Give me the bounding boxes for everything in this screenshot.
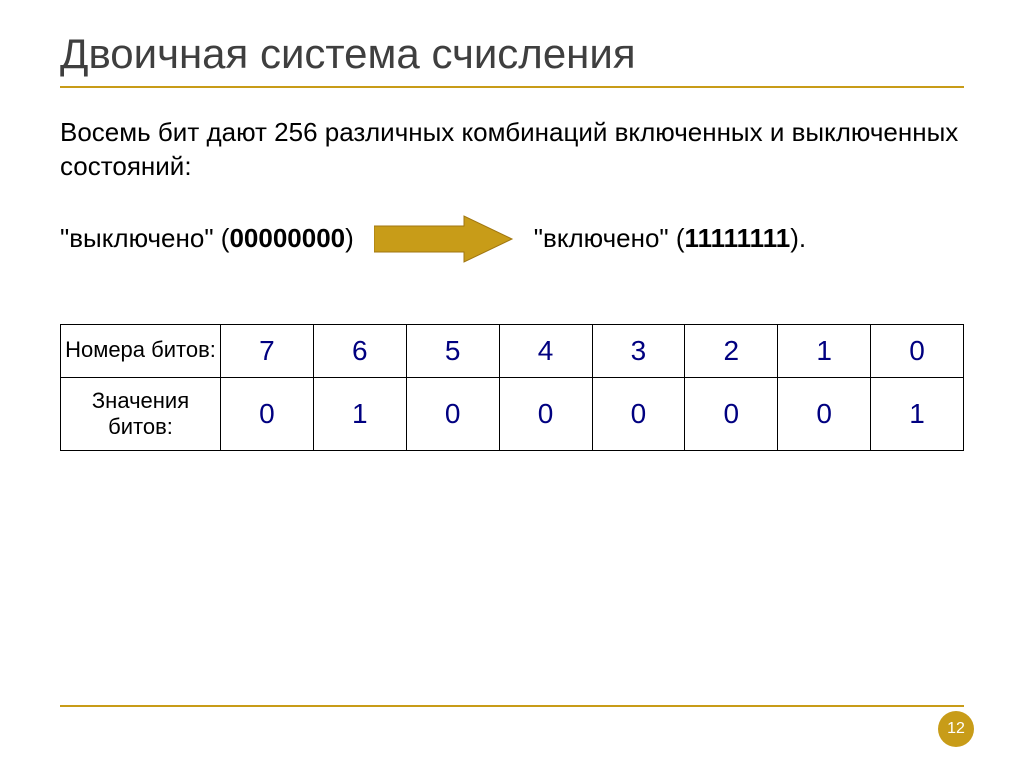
state-on-text: "включено" (11111111). [534,223,806,254]
bit-value-cell: 0 [221,377,314,451]
row1-header: Номера битов: [61,324,221,377]
bit-value-cell: 1 [313,377,406,451]
state-off-text: "выключено" (00000000) [60,223,354,254]
page-number-badge: 12 [938,711,974,747]
state-off-suffix: ) [345,223,354,253]
table-row: Номера битов: 7 6 5 4 3 2 1 0 [61,324,964,377]
bit-number-cell: 3 [592,324,685,377]
bit-number-cell: 4 [499,324,592,377]
footer-divider [60,705,964,707]
bit-number-cell: 1 [778,324,871,377]
bit-value-cell: 0 [592,377,685,451]
state-on-prefix: "включено" ( [534,223,685,253]
bit-number-cell: 6 [313,324,406,377]
bit-number-cell: 0 [871,324,964,377]
bit-value-cell: 0 [406,377,499,451]
states-row: "выключено" (00000000) "включено" (11111… [60,214,964,264]
bit-table: Номера битов: 7 6 5 4 3 2 1 0 Значения б… [60,324,964,452]
title-divider [60,86,964,88]
bit-number-cell: 5 [406,324,499,377]
bit-number-cell: 7 [221,324,314,377]
bit-value-cell: 0 [685,377,778,451]
bit-number-cell: 2 [685,324,778,377]
page-title: Двоичная система счисления [60,30,964,78]
intro-paragraph: Восемь бит дают 256 различных комбинаций… [60,116,964,184]
state-on-bits: 11111111 [685,223,791,253]
row2-header: Значения битов: [61,377,221,451]
table-row: Значения битов: 0 1 0 0 0 0 0 1 [61,377,964,451]
arrow-polygon [374,216,512,262]
arrow-right-icon [374,214,514,264]
bit-value-cell: 0 [778,377,871,451]
state-off-prefix: "выключено" ( [60,223,229,253]
bit-value-cell: 1 [871,377,964,451]
state-off-bits: 00000000 [229,223,345,253]
bit-value-cell: 0 [499,377,592,451]
state-on-suffix: ). [790,223,806,253]
